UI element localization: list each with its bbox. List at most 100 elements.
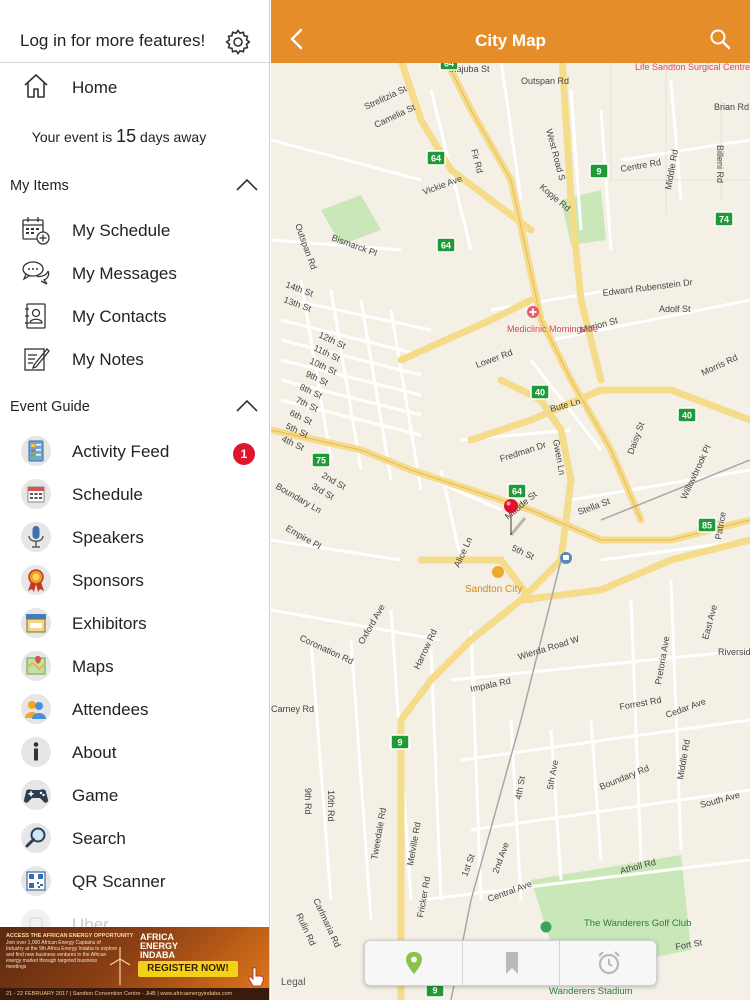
countdown-suffix: days away xyxy=(140,129,207,145)
event-countdown: Your event is 15 days away xyxy=(0,126,269,147)
gear-icon[interactable] xyxy=(224,28,252,56)
route-shield: 64 xyxy=(436,237,456,253)
section-event-guide[interactable]: Event Guide xyxy=(0,397,269,421)
countdown-days: 15 xyxy=(116,126,137,146)
ad-banner[interactable]: ACCESS THE AFRICAN ENERGY OPPORTUNITY Jo… xyxy=(0,927,269,1000)
chevron-up-icon[interactable] xyxy=(236,399,258,413)
map-pin-icon xyxy=(406,952,422,974)
login-prompt[interactable]: Log in for more features! xyxy=(20,31,205,51)
wind-turbine-icon xyxy=(109,947,131,985)
chat-bubbles-icon xyxy=(22,261,50,285)
calendar-icon xyxy=(21,479,51,509)
menu-item-my-messages[interactable]: My Messages xyxy=(0,255,269,295)
ad-brand: AFRICA ENERGY INDABA xyxy=(140,932,178,960)
golf-icon xyxy=(540,921,552,933)
info-icon xyxy=(21,737,51,767)
home-icon xyxy=(24,74,48,98)
register-now-button[interactable]: REGISTER NOW! xyxy=(138,961,238,977)
street-label: Outspan Rd xyxy=(521,76,569,86)
route-number: 64 xyxy=(441,241,451,251)
street-label: Billeni Rd xyxy=(715,145,725,183)
menu-item-about[interactable]: About xyxy=(0,734,269,774)
menu-item-sponsors[interactable]: Sponsors xyxy=(0,562,269,602)
gamepad-icon xyxy=(21,780,51,810)
menu-item-label: Search xyxy=(72,829,126,848)
poi-life-sandton[interactable]: Life Sandton Surgical Centre xyxy=(635,62,750,72)
route-shield: 75 xyxy=(311,452,331,468)
chevron-up-icon[interactable] xyxy=(236,178,258,192)
route-number: 40 xyxy=(535,388,545,398)
toolbar-alarm-button[interactable] xyxy=(559,941,656,985)
notepad-pencil-icon xyxy=(24,348,50,371)
route-shield: 9 xyxy=(390,734,410,750)
activity-feed-icon xyxy=(21,436,51,466)
menu-item-label: My Schedule xyxy=(72,221,171,240)
map-canvas[interactable]: Majuba St Outspan Rd Strelitzia St Camel… xyxy=(271,0,750,1000)
menu-item-exhibitors[interactable]: Exhibitors xyxy=(0,605,269,645)
magnifier-icon xyxy=(21,823,51,853)
toolbar-location-button[interactable] xyxy=(365,941,462,985)
menu-item-label: My Messages xyxy=(72,264,177,283)
menu-header: Log in for more features! xyxy=(0,0,269,63)
menu-item-maps[interactable]: Maps xyxy=(0,648,269,688)
pointer-hand-icon xyxy=(248,967,264,987)
menu-item-label: Activity Feed xyxy=(72,442,170,461)
menu-item-attendees[interactable]: Attendees xyxy=(0,691,269,731)
shopping-bag-icon xyxy=(492,566,504,578)
route-shield: 9 xyxy=(589,163,609,179)
alarm-clock-icon xyxy=(598,951,620,975)
menu-item-label: My Contacts xyxy=(72,307,167,326)
transit-station-icon[interactable] xyxy=(560,552,572,564)
menu-item-label: Home xyxy=(72,78,118,97)
route-shield: 64 xyxy=(426,150,446,166)
poi-label: Life Sandton Surgical Centre xyxy=(635,62,750,72)
contact-book-icon xyxy=(25,303,46,329)
toolbar-bookmark-button[interactable] xyxy=(462,941,559,985)
menu-item-home[interactable]: Home xyxy=(0,70,269,106)
people-icon xyxy=(21,694,51,724)
poi-label: Sandton City xyxy=(465,584,522,595)
route-shield: 64 xyxy=(507,483,527,499)
street-label: Brian Rd xyxy=(714,102,749,112)
notification-badge: 1 xyxy=(233,443,255,465)
side-menu: Log in for more features! Home Your even… xyxy=(0,0,270,1000)
menu-item-search[interactable]: Search xyxy=(0,820,269,860)
route-number: 9 xyxy=(596,167,601,177)
menu-item-game[interactable]: Game xyxy=(0,777,269,817)
navigation-bar: City Map xyxy=(271,0,750,63)
menu-item-qr-scanner[interactable]: QR Scanner xyxy=(0,863,269,903)
route-number: 75 xyxy=(316,456,326,466)
route-shield: 40 xyxy=(530,384,550,400)
section-my-items[interactable]: My Items xyxy=(0,176,269,200)
storefront-icon xyxy=(21,608,51,638)
street-label: Riverside xyxy=(718,647,750,657)
poi-wanderers-stadium[interactable]: Wanderers Stadium xyxy=(549,986,633,997)
legal-link[interactable]: Legal xyxy=(281,977,305,988)
poi-label: The Wanderers Golf Club xyxy=(584,918,691,929)
menu-item-speakers[interactable]: Speakers xyxy=(0,519,269,559)
route-number: 74 xyxy=(719,215,729,225)
menu-item-schedule[interactable]: Schedule xyxy=(0,476,269,516)
menu-item-my-schedule[interactable]: My Schedule xyxy=(0,212,269,252)
poi-label: Wanderers Stadium xyxy=(549,986,633,997)
menu-item-label: Maps xyxy=(72,657,114,676)
menu-item-label: Exhibitors xyxy=(72,614,147,633)
route-number: 9 xyxy=(397,738,402,748)
menu-item-activity-feed[interactable]: Activity Feed 1 xyxy=(0,433,269,473)
qr-code-icon xyxy=(21,866,51,896)
menu-item-label: My Notes xyxy=(72,350,144,369)
ribbon-medal-icon xyxy=(21,565,51,595)
street-label: 9th Rd xyxy=(303,788,313,815)
search-icon[interactable] xyxy=(709,28,731,50)
ad-headline: ACCESS THE AFRICAN ENERGY OPPORTUNITY xyxy=(6,933,134,939)
menu-item-label: Attendees xyxy=(72,700,149,719)
ad-footer: 21 - 22 FEBRUARY 2017 | Sandton Conventi… xyxy=(0,988,269,1000)
menu-item-my-notes[interactable]: My Notes xyxy=(0,341,269,381)
section-title: Event Guide xyxy=(10,399,90,415)
page-title: City Map xyxy=(475,31,546,50)
countdown-prefix: Your event is xyxy=(31,129,113,145)
route-shield: 85 xyxy=(697,517,717,533)
menu-item-my-contacts[interactable]: My Contacts xyxy=(0,298,269,338)
street-label: Adolf St xyxy=(659,304,691,314)
route-shield: 40 xyxy=(677,407,697,423)
